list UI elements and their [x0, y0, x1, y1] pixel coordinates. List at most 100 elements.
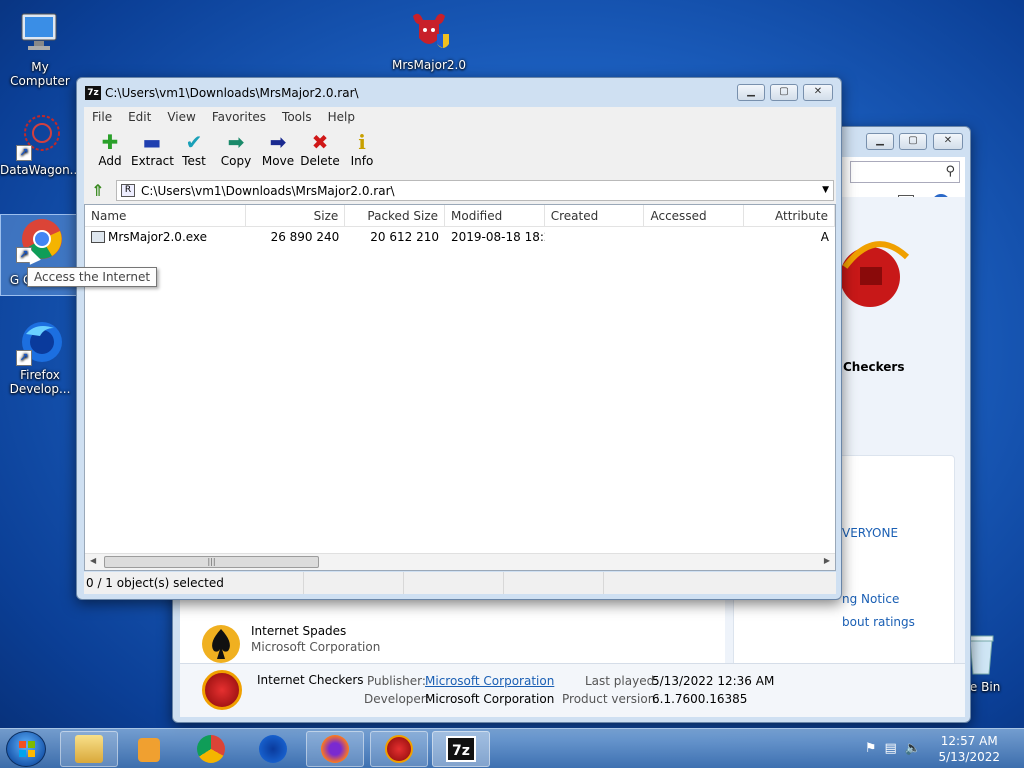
- firefox-icon: [321, 735, 349, 763]
- menu-file[interactable]: File: [84, 110, 120, 124]
- menu-help[interactable]: Help: [320, 110, 363, 124]
- file-list[interactable]: Name Size Packed Size Modified Created A…: [84, 204, 836, 571]
- minimize-button[interactable]: ▁: [866, 133, 894, 150]
- taskbar-explorer[interactable]: [60, 731, 118, 767]
- developer-value: Microsoft Corporation: [425, 692, 555, 706]
- row-created-cell: [545, 227, 645, 247]
- status-pane-3: [404, 572, 504, 594]
- maximize-button[interactable]: ▢: [770, 84, 798, 101]
- search-icon[interactable]: ⚲: [945, 164, 955, 179]
- column-modified[interactable]: Modified: [445, 205, 545, 227]
- column-attribute[interactable]: Attribute: [744, 205, 835, 227]
- menu-favorites[interactable]: Favorites: [204, 110, 274, 124]
- delete-icon: ✖: [311, 130, 329, 154]
- scroll-thumb[interactable]: |||: [104, 556, 319, 568]
- taskbar-games[interactable]: [370, 731, 428, 767]
- volume-icon[interactable]: 🔈: [905, 741, 929, 756]
- add-button[interactable]: ✚ Add: [89, 130, 131, 178]
- clock-date: 5/13/2022: [938, 750, 1000, 764]
- about-ratings-link[interactable]: bout ratings: [842, 615, 915, 629]
- last-played-label: Last played:: [585, 674, 659, 688]
- folder-up-icon[interactable]: ⇑: [87, 181, 109, 201]
- taskbar-firefox[interactable]: [306, 731, 364, 767]
- column-packed-size[interactable]: Packed Size: [345, 205, 446, 227]
- desktop-icon-datawagon[interactable]: ↗ DataWagon...: [0, 113, 82, 177]
- table-row[interactable]: MrsMajor2.0.exe 26 890 240 20 612 210 20…: [85, 227, 835, 247]
- network-icon[interactable]: ▤: [885, 741, 905, 756]
- computer-icon: [16, 10, 64, 58]
- menu-tools[interactable]: Tools: [274, 110, 320, 124]
- add-icon: ✚: [101, 130, 119, 154]
- taskbar-chrome[interactable]: [182, 731, 240, 767]
- taskbar: 7z ⚑▤🔈 12:57 AM 5/13/2022: [0, 728, 1024, 768]
- list-item-publisher: Microsoft Corporation: [251, 640, 381, 654]
- system-tray: ⚑▤🔈: [865, 741, 929, 756]
- list-item-name: Internet Spades: [251, 624, 347, 638]
- warning-notice-link[interactable]: ng Notice: [842, 592, 899, 606]
- start-button[interactable]: [6, 731, 46, 767]
- close-button[interactable]: ✕: [933, 133, 963, 150]
- details-bar: Internet Checkers Publisher: Microsoft C…: [180, 663, 965, 717]
- desktop-icon-firefox-developer[interactable]: ↗ Firefox Develop...: [0, 318, 80, 396]
- scroll-right-icon[interactable]: ▶: [824, 556, 830, 565]
- menu-view[interactable]: View: [159, 110, 203, 124]
- column-created[interactable]: Created: [545, 205, 645, 227]
- info-button[interactable]: i Info: [341, 130, 383, 178]
- close-button[interactable]: ✕: [803, 84, 833, 101]
- address-field[interactable]: R C:\Users\vm1\Downloads\MrsMajor2.0.rar…: [116, 180, 834, 201]
- status-pane-4: [504, 572, 604, 594]
- scroll-left-icon[interactable]: ◀: [90, 556, 96, 565]
- maximize-button[interactable]: ▢: [899, 133, 927, 150]
- row-attr-cell: A: [820, 230, 829, 244]
- publisher-label: Publisher:: [367, 674, 426, 688]
- toolbar: ✚ Add ▬ Extract ✔ Test ➡ Copy ➡ Move ✖ Delete …: [84, 126, 836, 178]
- desktop-icon-label: MrsMajor2.0: [392, 58, 466, 72]
- taskbar-firefox-developer[interactable]: [244, 731, 302, 767]
- address-text: C:\Users\vm1\Downloads\MrsMajor2.0.rar\: [141, 184, 395, 198]
- publisher-link[interactable]: Microsoft Corporation: [425, 674, 554, 688]
- chevron-down-icon[interactable]: ▼: [822, 185, 829, 195]
- move-button[interactable]: ➡ Move: [257, 130, 299, 178]
- desktop-icon-my-computer[interactable]: My Computer: [0, 10, 80, 88]
- clock[interactable]: 12:57 AM 5/13/2022: [938, 733, 1000, 765]
- column-size[interactable]: Size: [246, 205, 346, 227]
- search-input[interactable]: ⚲: [850, 161, 960, 183]
- checkers-game-icon: [385, 735, 413, 763]
- taskbar-media-player[interactable]: [120, 731, 178, 767]
- test-button[interactable]: ✔ Test: [173, 130, 215, 178]
- menu-edit[interactable]: Edit: [120, 110, 159, 124]
- checkers-small-icon: [202, 670, 242, 710]
- 7zip-icon: 7z: [446, 736, 476, 762]
- chrome-icon: ↗: [16, 215, 64, 263]
- 7zip-app-icon: 7z: [85, 86, 101, 100]
- details-game-name: Internet Checkers: [257, 673, 364, 687]
- shortcut-arrow-icon: ↗: [16, 350, 32, 366]
- extract-button[interactable]: ▬ Extract: [131, 130, 174, 178]
- status-pane-2: [304, 572, 404, 594]
- version-value: 6.1.7600.16385: [652, 692, 748, 706]
- 7zip-titlebar[interactable]: 7z C:\Users\vm1\Downloads\MrsMajor2.0.ra…: [77, 78, 841, 108]
- action-center-icon[interactable]: ⚑: [865, 741, 885, 756]
- desktop-icon-label: DataWagon...: [0, 163, 82, 177]
- taskbar-7zip[interactable]: 7z: [432, 731, 490, 767]
- shortcut-arrow-icon: ↗: [16, 145, 32, 161]
- status-text: 0 / 1 object(s) selected: [84, 572, 304, 594]
- game-title: Checkers: [843, 360, 905, 374]
- chrome-icon: [197, 735, 225, 763]
- minimize-button[interactable]: ▁: [737, 84, 765, 101]
- developer-label: Developer:: [364, 692, 430, 706]
- 7zip-window[interactable]: 7z C:\Users\vm1\Downloads\MrsMajor2.0.ra…: [76, 77, 842, 600]
- test-icon: ✔: [185, 130, 203, 154]
- clock-time: 12:57 AM: [940, 734, 998, 748]
- column-name[interactable]: Name: [85, 205, 246, 227]
- move-icon: ➡: [269, 130, 287, 154]
- row-modified-cell: 2019-08-18 18:24: [451, 230, 545, 244]
- column-accessed[interactable]: Accessed: [644, 205, 745, 227]
- delete-button[interactable]: ✖ Delete: [299, 130, 341, 178]
- menu-bar: File Edit View Favorites Tools Help: [84, 107, 836, 126]
- copy-icon: ➡: [227, 130, 245, 154]
- mrsmajor-goat-icon: [405, 8, 453, 56]
- desktop-icon-mrsmajor[interactable]: MrsMajor2.0: [389, 8, 469, 72]
- horizontal-scrollbar[interactable]: ◀ ||| ▶: [85, 553, 835, 570]
- copy-button[interactable]: ➡ Copy: [215, 130, 257, 178]
